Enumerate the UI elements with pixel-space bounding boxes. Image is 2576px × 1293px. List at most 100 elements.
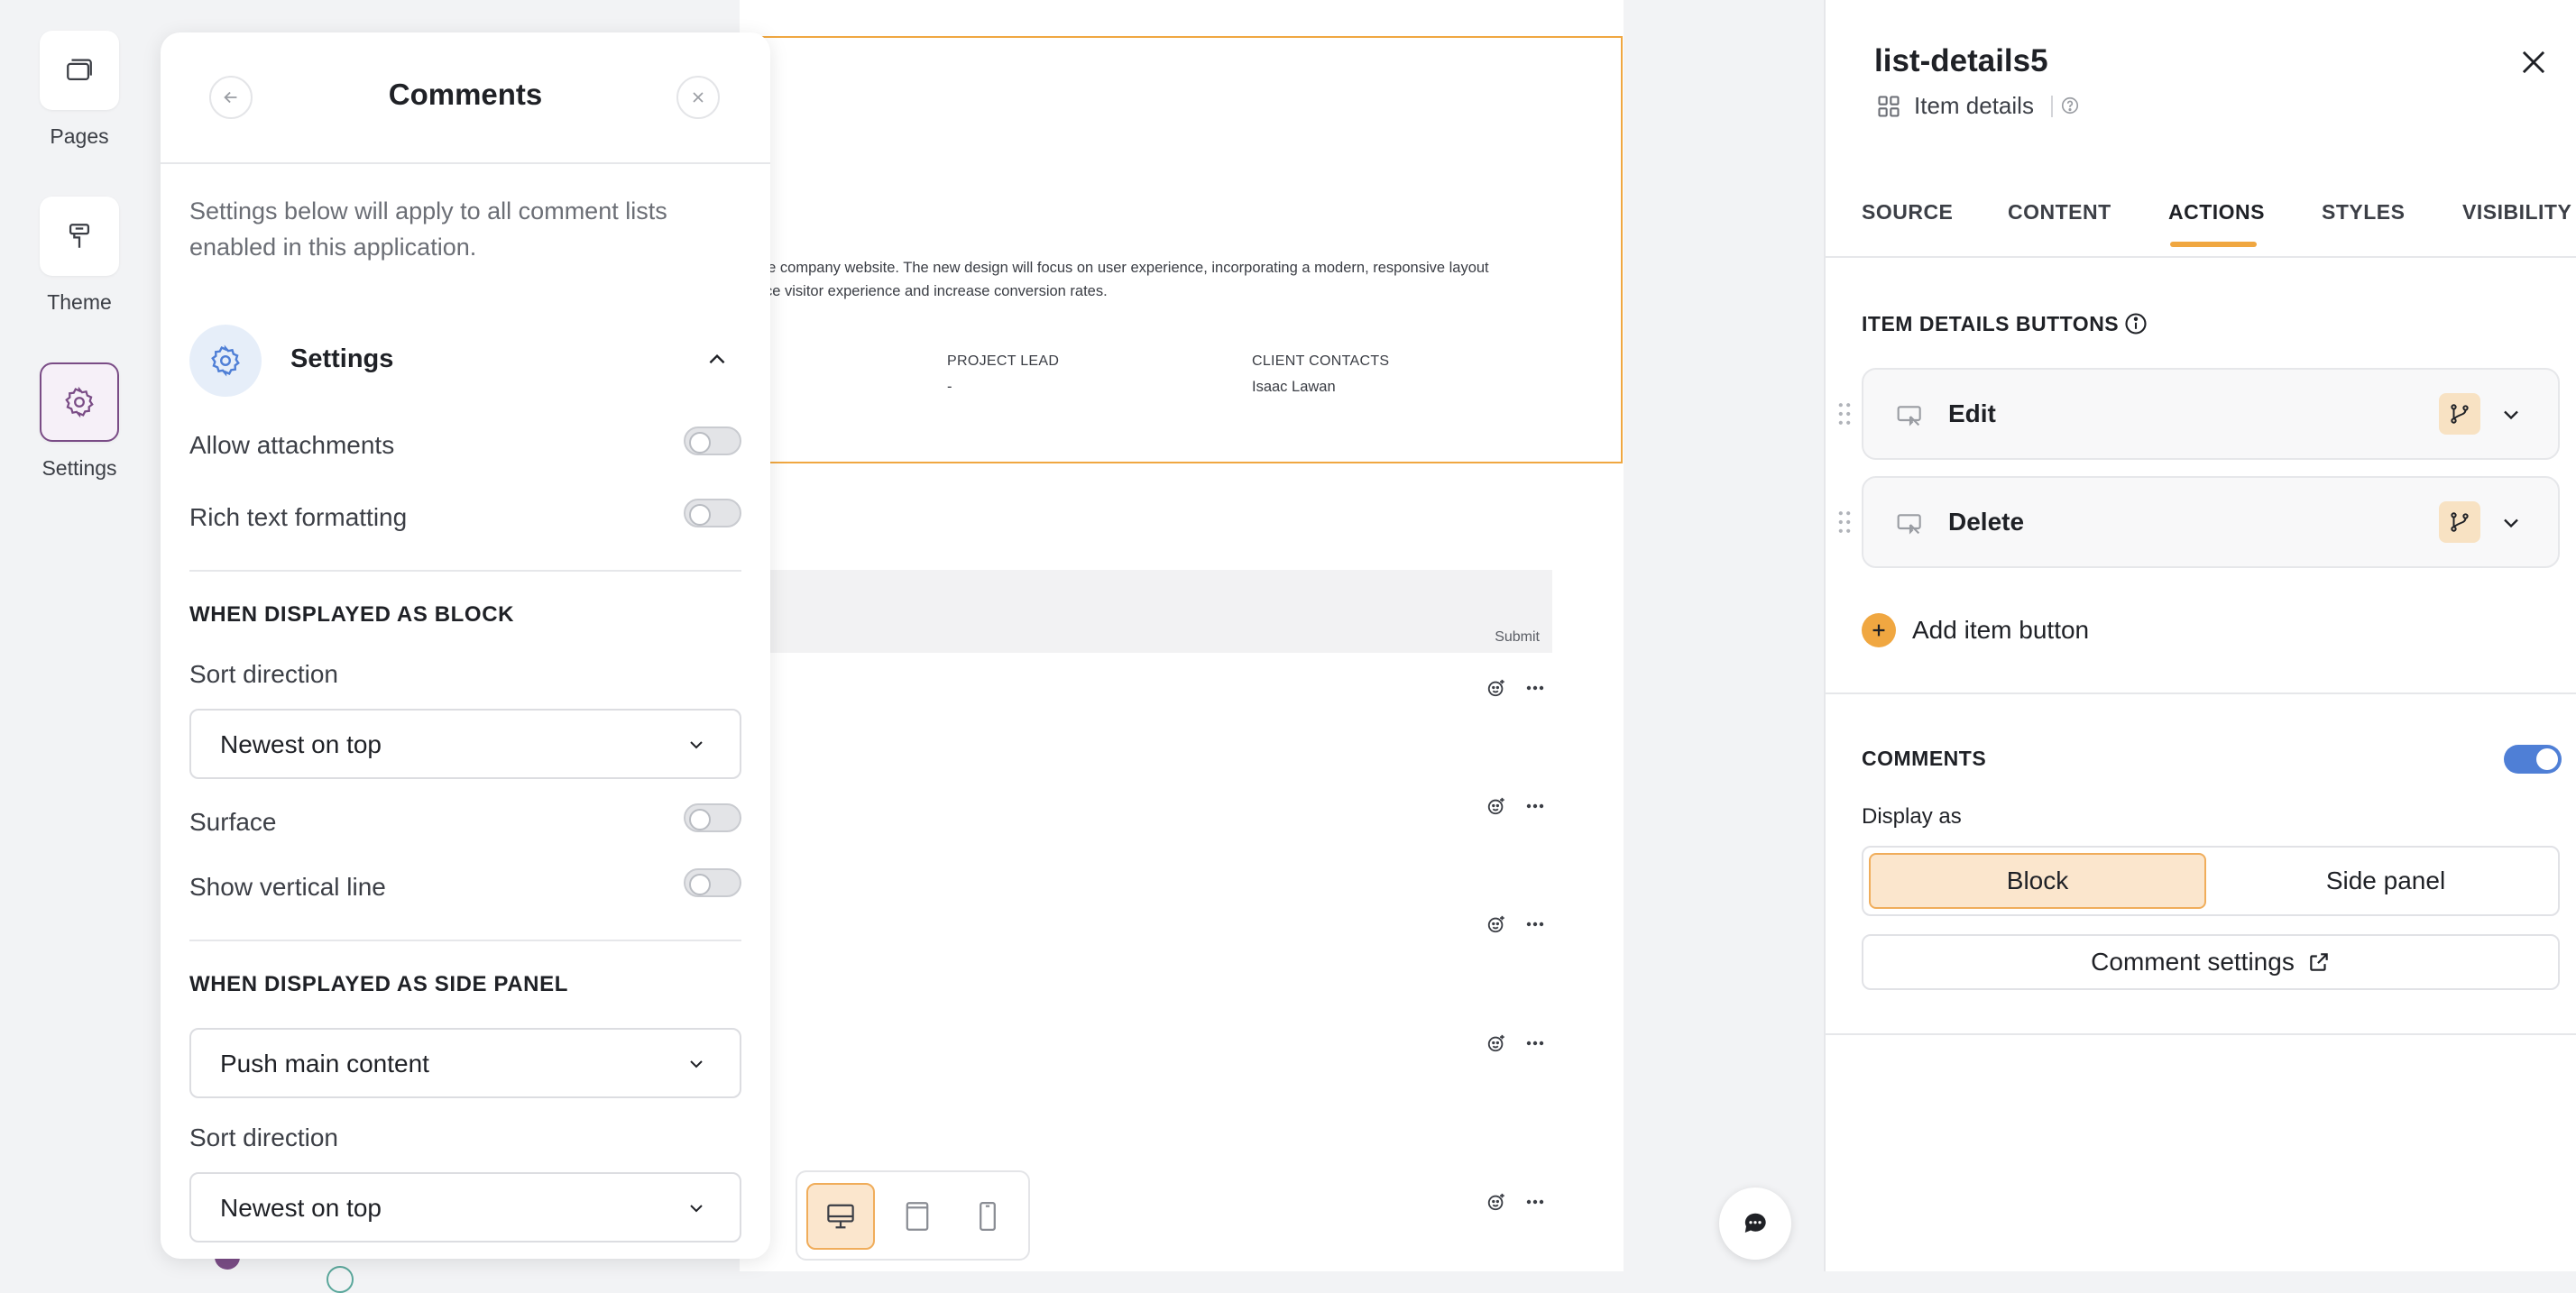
tab-styles[interactable]: STYLES (2322, 200, 2405, 225)
pages-rail-button[interactable] (40, 31, 119, 110)
display-option-block[interactable]: Block (1869, 853, 2206, 909)
section-divider (1826, 692, 2576, 694)
grid-icon (1878, 96, 1900, 117)
add-item-button-label: Add item button (1912, 616, 2090, 644)
tab-actions[interactable]: ACTIONS (2168, 200, 2265, 225)
surface-toggle[interactable] (684, 803, 741, 832)
gear-icon (211, 344, 240, 377)
more-icon[interactable] (1526, 803, 1544, 809)
branch-icon (2451, 404, 2469, 424)
comment-row-actions (1486, 1033, 1544, 1053)
settings-rail-label: Settings (41, 456, 117, 480)
tab-source[interactable]: SOURCE (1862, 200, 1953, 225)
comment-row-actions (1486, 796, 1544, 816)
comments-toggle[interactable] (2504, 745, 2562, 774)
tab-content[interactable]: CONTENT (2008, 200, 2111, 225)
rich-text-label: Rich text formatting (189, 503, 408, 531)
emoji-add-icon[interactable] (1486, 1033, 1506, 1053)
panel-intro-text: Settings below will apply to all comment… (189, 197, 667, 261)
section-divider (1826, 1033, 2576, 1035)
buttons-section-heading: ITEM DETAILS BUTTONS (1862, 312, 2120, 335)
comments-section-heading: COMMENTS (1862, 747, 1987, 770)
plus-icon (1862, 613, 1896, 647)
chevron-down-icon (690, 1205, 703, 1213)
selected-list-details-block[interactable]: ne company website. The new design will … (740, 36, 1623, 463)
display-as-label: Display as (1862, 804, 1962, 829)
project-description-line-1: ne company website. The new design will … (759, 260, 1489, 276)
pages-icon (67, 59, 92, 81)
display-option-side-panel[interactable]: Side panel (2217, 853, 2554, 909)
item-button-card-delete[interactable]: Delete (1862, 476, 2560, 568)
avatar (327, 1266, 354, 1293)
project-lead-value: - (947, 379, 952, 395)
more-icon[interactable] (1526, 685, 1544, 691)
settings-section-icon-wrap (189, 325, 262, 397)
branch-icon (2451, 512, 2469, 532)
drag-handle-icon[interactable] (1838, 402, 1851, 426)
close-icon (693, 92, 704, 103)
emoji-add-icon[interactable] (1486, 678, 1506, 698)
item-button-card-edit[interactable]: Edit (1862, 368, 2560, 460)
more-icon[interactable] (1526, 1199, 1544, 1205)
vertical-line-toggle[interactable] (684, 868, 741, 897)
comment-settings-button[interactable]: Comment settings (1862, 934, 2560, 990)
comment-input-bar[interactable]: Submit (740, 570, 1552, 653)
more-icon[interactable] (1526, 1041, 1544, 1046)
collapse-settings-button[interactable] (705, 348, 729, 376)
section-divider (189, 940, 741, 941)
info-icon[interactable] (2123, 311, 2148, 336)
more-icon[interactable] (1526, 922, 1544, 927)
settings-rail-button[interactable] (40, 362, 119, 442)
close-icon[interactable] (2516, 45, 2551, 79)
chat-bubble-button[interactable] (1719, 1188, 1791, 1260)
surface-label: Surface (189, 808, 277, 836)
gear-icon (65, 386, 94, 418)
side-sort-select[interactable]: Newest on top (189, 1172, 741, 1243)
side-panel-section-heading: WHEN DISPLAYED AS SIDE PANEL (189, 972, 568, 996)
tablet-view-button[interactable] (888, 1183, 947, 1250)
close-panel-button[interactable] (676, 76, 720, 119)
section-divider (189, 570, 741, 572)
tablet-icon (906, 1202, 929, 1231)
workflow-badge[interactable] (2439, 393, 2480, 435)
rich-text-toggle[interactable] (684, 499, 741, 527)
submit-button[interactable]: Submit (1495, 629, 1540, 646)
properties-panel: list-details5 Item details SOURCE CONTEN… (1824, 0, 2576, 1271)
click-icon (1897, 406, 1921, 426)
header-divider (161, 162, 770, 164)
block-section-heading: WHEN DISPLAYED AS BLOCK (189, 602, 515, 627)
client-contacts-label: CLIENT CONTACTS (1252, 353, 1390, 369)
emoji-add-icon[interactable] (1486, 1192, 1506, 1212)
theme-rail-label: Theme (47, 290, 112, 314)
mobile-view-button[interactable] (958, 1183, 1017, 1250)
side-sort-label: Sort direction (189, 1123, 338, 1151)
chevron-up-icon (709, 353, 725, 364)
paint-roller-icon (69, 224, 90, 248)
tab-visibility[interactable]: VISIBILITY (2462, 200, 2571, 225)
comment-row-actions (1486, 678, 1544, 698)
add-item-button[interactable]: Add item button (1862, 613, 2089, 647)
emoji-add-icon[interactable] (1486, 914, 1506, 934)
mobile-icon (980, 1201, 996, 1232)
chevron-down-icon[interactable] (2498, 510, 2524, 536)
workflow-badge[interactable] (2439, 501, 2480, 543)
allow-attachments-toggle[interactable] (684, 426, 741, 455)
comment-row-actions (1486, 914, 1544, 934)
client-contacts-value: Isaac Lawan (1252, 379, 1336, 395)
subtitle-divider (2051, 96, 2053, 117)
allow-attachments-label: Allow attachments (189, 431, 395, 459)
emoji-add-icon[interactable] (1486, 796, 1506, 816)
pages-rail-label: Pages (50, 124, 109, 148)
side-panel-mode-select[interactable]: Push main content (189, 1028, 741, 1098)
settings-section-heading: Settings (290, 344, 394, 373)
external-link-icon (2310, 953, 2328, 971)
desktop-view-button[interactable] (806, 1183, 875, 1250)
chevron-down-icon[interactable] (2498, 402, 2524, 427)
display-as-segmented-control: Block Side panel (1862, 846, 2560, 916)
block-sort-select[interactable]: Newest on top (189, 709, 741, 779)
drag-handle-icon[interactable] (1838, 510, 1851, 534)
comment-settings-label: Comment settings (2091, 948, 2295, 976)
theme-rail-button[interactable] (40, 197, 119, 276)
help-icon[interactable] (2060, 96, 2080, 115)
component-title: list-details5 (1874, 43, 2048, 78)
